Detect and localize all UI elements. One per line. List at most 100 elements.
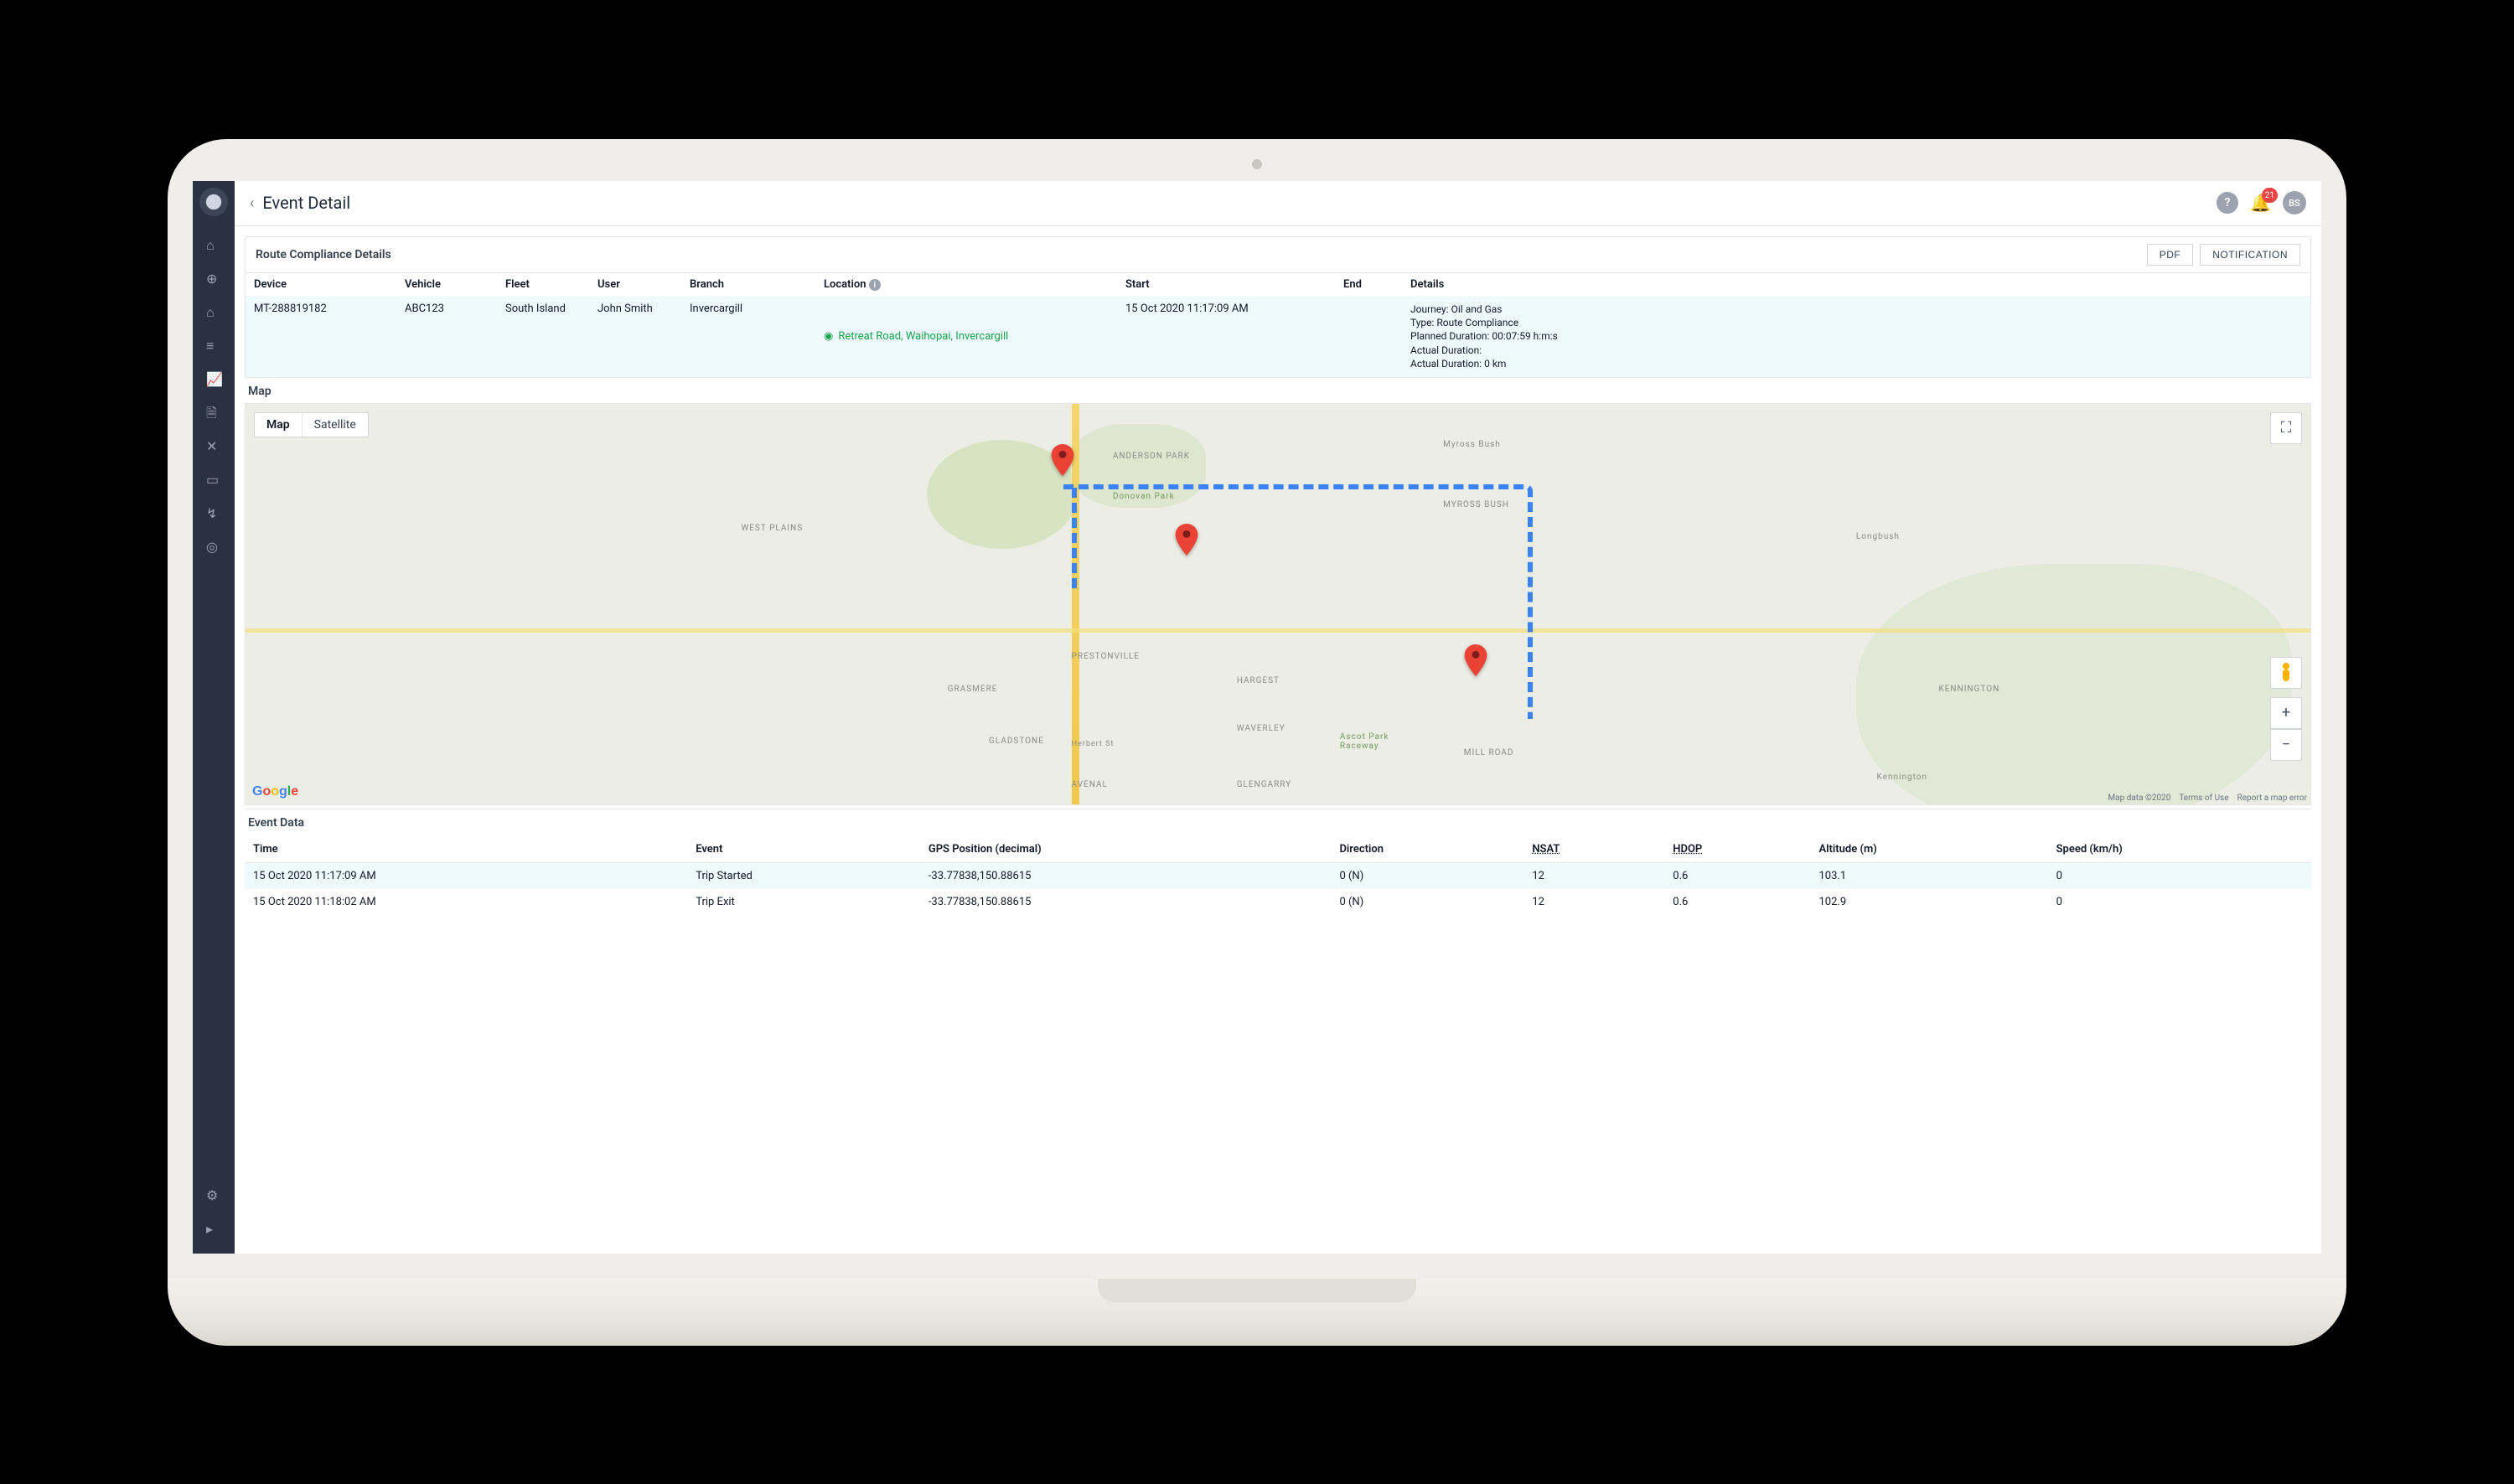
cell-altitude: 103.1 — [1811, 862, 2048, 889]
cell-direction: 0 (N) — [1331, 889, 1523, 915]
col-user: User — [589, 272, 681, 297]
notification-badge: 21 — [2262, 188, 2278, 203]
th-speed: Speed (km/h) — [2048, 836, 2311, 863]
screen-bezel: ⌂ ⊕ ⌂ ≡ 📈 🗎 ✕ ▭ ↯ ◎ ⚙ ▸ — [168, 139, 2346, 1279]
th-gps: GPS Position (decimal) — [920, 836, 1332, 863]
map-attribution: Map data ©2020 Terms of Use Report a map… — [2108, 794, 2307, 803]
fullscreen-icon[interactable]: ⛶ — [2270, 412, 2302, 444]
notifications-bell-icon[interactable]: 🔔 21 — [2250, 193, 2271, 213]
app-root: ⌂ ⊕ ⌂ ≡ 📈 🗎 ✕ ▭ ↯ ◎ ⚙ ▸ — [193, 181, 2321, 1254]
col-vehicle: Vehicle — [396, 272, 497, 297]
map-terms-link[interactable]: Terms of Use — [2179, 794, 2228, 803]
nav-document-icon[interactable]: 🗎 — [193, 399, 235, 429]
map-data-credit: Map data ©2020 — [2108, 794, 2170, 803]
cell-gps: -33.77838,150.88615 — [920, 889, 1332, 915]
map-background — [246, 404, 2310, 804]
screen: ⌂ ⊕ ⌂ ≡ 📈 🗎 ✕ ▭ ↯ ◎ ⚙ ▸ — [193, 181, 2321, 1254]
th-direction: Direction — [1331, 836, 1523, 863]
map-type-toggle: Map Satellite — [254, 412, 369, 437]
details-panel-title: Route Compliance Details — [256, 248, 391, 261]
th-event: Event — [687, 836, 920, 863]
table-row[interactable]: 15 Oct 2020 11:17:09 AM Trip Started -33… — [245, 862, 2311, 889]
map-type-satellite[interactable]: Satellite — [303, 413, 368, 437]
details-grid: Device Vehicle Fleet User Branch Locatio… — [246, 272, 2310, 377]
table-row[interactable]: 15 Oct 2020 11:18:02 AM Trip Exit -33.77… — [245, 889, 2311, 915]
val-start: 15 Oct 2020 11:17:09 AM — [1117, 296, 1335, 377]
cell-time: 15 Oct 2020 11:17:09 AM — [245, 862, 687, 889]
sidebar: ⌂ ⊕ ⌂ ≡ 📈 🗎 ✕ ▭ ↯ ◎ ⚙ ▸ — [193, 181, 235, 1254]
col-details: Details — [1402, 272, 2310, 297]
nav-building-icon[interactable]: ⌂ — [193, 298, 235, 328]
info-icon[interactable]: i — [869, 279, 881, 291]
map-section-title: Map — [245, 378, 2311, 403]
nav-sliders-icon[interactable]: ≡ — [193, 332, 235, 362]
sidebar-bottom: ⚙ ▸ — [193, 1182, 235, 1245]
zoom-out-icon[interactable]: − — [2270, 729, 2302, 761]
col-branch: Branch — [681, 272, 815, 297]
back-chevron-icon[interactable]: ‹ — [250, 194, 254, 212]
map-pin-icon[interactable] — [1175, 524, 1198, 556]
pdf-button[interactable]: PDF — [2147, 244, 2194, 266]
th-altitude: Altitude (m) — [1811, 836, 2048, 863]
nav-steering-icon[interactable]: ◎ — [193, 533, 235, 563]
main: ‹ Event Detail ? 🔔 21 BS — [235, 181, 2321, 1254]
cell-time: 15 Oct 2020 11:18:02 AM — [245, 889, 687, 915]
map-pin-icon[interactable] — [1464, 644, 1487, 676]
help-icon[interactable]: ? — [2217, 192, 2238, 214]
map-pin-icon[interactable] — [1051, 444, 1074, 476]
val-branch: Invercargill — [681, 296, 815, 377]
detail-actual-duration: Actual Duration: — [1410, 344, 2302, 357]
laptop-mockup: ⌂ ⊕ ⌂ ≡ 📈 🗎 ✕ ▭ ↯ ◎ ⚙ ▸ — [168, 139, 2346, 1346]
th-nsat[interactable]: NSAT — [1523, 836, 1664, 863]
nav-tools-icon[interactable]: ✕ — [193, 432, 235, 463]
details-panel-header: Route Compliance Details PDF NOTIFICATIO… — [246, 237, 2310, 272]
cell-hdop: 0.6 — [1664, 862, 1810, 889]
val-details: Journey: Oil and Gas Type: Route Complia… — [1402, 296, 2310, 377]
event-table-header: Time Event GPS Position (decimal) Direct… — [245, 836, 2311, 863]
top-bar: ‹ Event Detail ? 🔔 21 BS — [235, 181, 2321, 226]
cell-gps: -33.77838,150.88615 — [920, 862, 1332, 889]
col-fleet: Fleet — [497, 272, 589, 297]
nav-card-icon[interactable]: ▭ — [193, 466, 235, 496]
col-device: Device — [246, 272, 396, 297]
cell-event: Trip Started — [687, 862, 920, 889]
col-start: Start — [1117, 272, 1335, 297]
th-time: Time — [245, 836, 687, 863]
detail-planned-duration: Planned Duration: 00:07:59 h:m:s — [1410, 329, 2302, 343]
cell-nsat: 12 — [1523, 889, 1664, 915]
event-data-title: Event Data — [245, 809, 2311, 836]
map-provider-logo: Google — [252, 784, 298, 799]
camera-dot — [1252, 159, 1262, 169]
detail-journey: Journey: Oil and Gas — [1410, 302, 2302, 316]
map-type-map[interactable]: Map — [255, 413, 302, 437]
map-container[interactable]: WEST PLAINS ANDERSON PARK Donovan Park M… — [245, 403, 2311, 805]
th-hdop[interactable]: HDOP — [1664, 836, 1810, 863]
app-logo[interactable] — [199, 188, 228, 216]
nav-home-icon[interactable]: ⌂ — [193, 231, 235, 261]
location-link[interactable]: Retreat Road, Waihopai, Invercargill — [838, 330, 1008, 343]
cell-hdop: 0.6 — [1664, 889, 1810, 915]
nav-chart-icon[interactable]: 📈 — [193, 365, 235, 396]
cell-event: Trip Exit — [687, 889, 920, 915]
pegman-icon[interactable] — [2270, 657, 2302, 689]
nav-collapse-icon[interactable]: ▸ — [193, 1215, 235, 1245]
details-panel: Route Compliance Details PDF NOTIFICATIO… — [245, 236, 2311, 378]
val-user: John Smith — [589, 296, 681, 377]
detail-actual-distance: Actual Duration: 0 km — [1410, 357, 2302, 370]
val-location[interactable]: ◉ Retreat Road, Waihopai, Invercargill — [815, 296, 1117, 377]
cell-speed: 0 — [2048, 889, 2311, 915]
val-device: MT-288819182 — [246, 296, 396, 377]
nav-settings-icon[interactable]: ⚙ — [193, 1182, 235, 1212]
val-end — [1335, 296, 1402, 377]
col-end: End — [1335, 272, 1402, 297]
user-avatar[interactable]: BS — [2283, 191, 2306, 215]
location-marker-icon: ◉ — [824, 330, 833, 343]
val-fleet: South Island — [497, 296, 589, 377]
cell-direction: 0 (N) — [1331, 862, 1523, 889]
map-report-link[interactable]: Report a map error — [2237, 794, 2307, 803]
nav-route-icon[interactable]: ↯ — [193, 499, 235, 530]
zoom-in-icon[interactable]: + — [2270, 697, 2302, 729]
notification-button[interactable]: NOTIFICATION — [2200, 244, 2300, 266]
nav-globe-icon[interactable]: ⊕ — [193, 265, 235, 295]
top-actions: ? 🔔 21 BS — [2217, 191, 2306, 215]
